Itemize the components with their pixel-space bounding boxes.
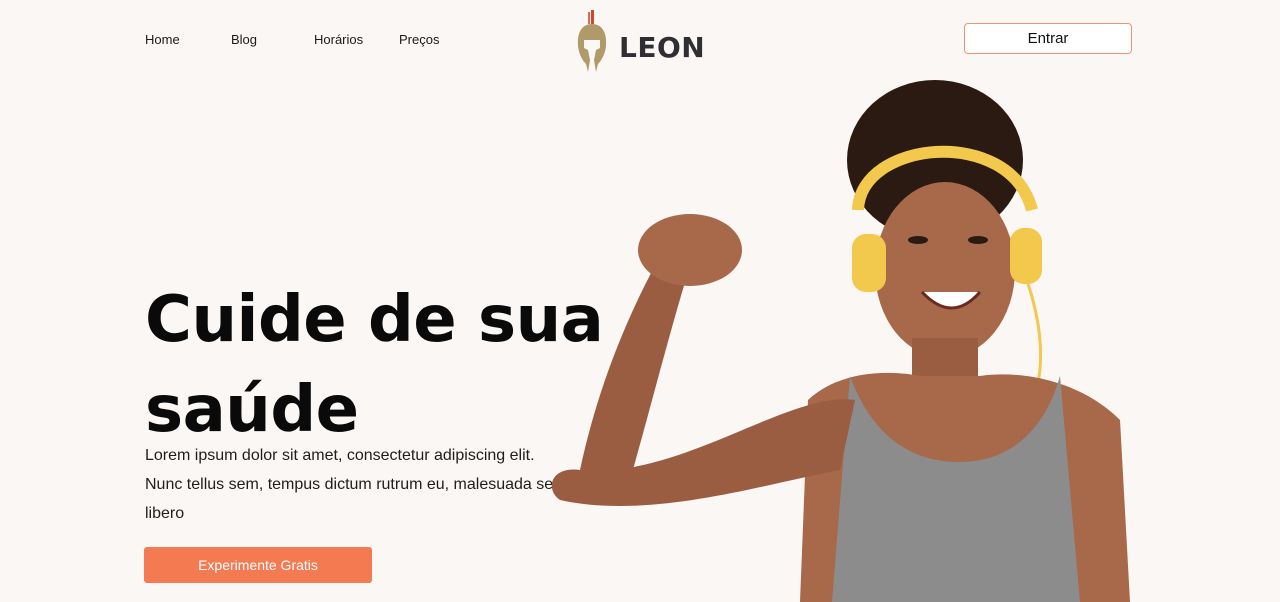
hero-title-line1: Cuide de sua	[145, 283, 604, 357]
brand-name: LEON	[619, 31, 706, 64]
login-button[interactable]: Entrar	[964, 23, 1132, 54]
hero-photo	[551, 80, 1130, 602]
brand-logo[interactable]: LEON	[576, 8, 706, 74]
nav-horarios-link[interactable]: Horários	[314, 32, 363, 47]
nav-home-link[interactable]: Home	[145, 32, 180, 47]
hero-description: Lorem ipsum dolor sit amet, consectetur …	[145, 447, 563, 522]
hero-title-line2: saúde	[145, 373, 359, 447]
nav-blog-link[interactable]: Blog	[231, 32, 257, 47]
spartan-helmet-icon	[577, 10, 607, 72]
try-free-button[interactable]: Experimente Gratis	[144, 547, 372, 583]
nav-precos-link[interactable]: Preços	[399, 32, 439, 47]
